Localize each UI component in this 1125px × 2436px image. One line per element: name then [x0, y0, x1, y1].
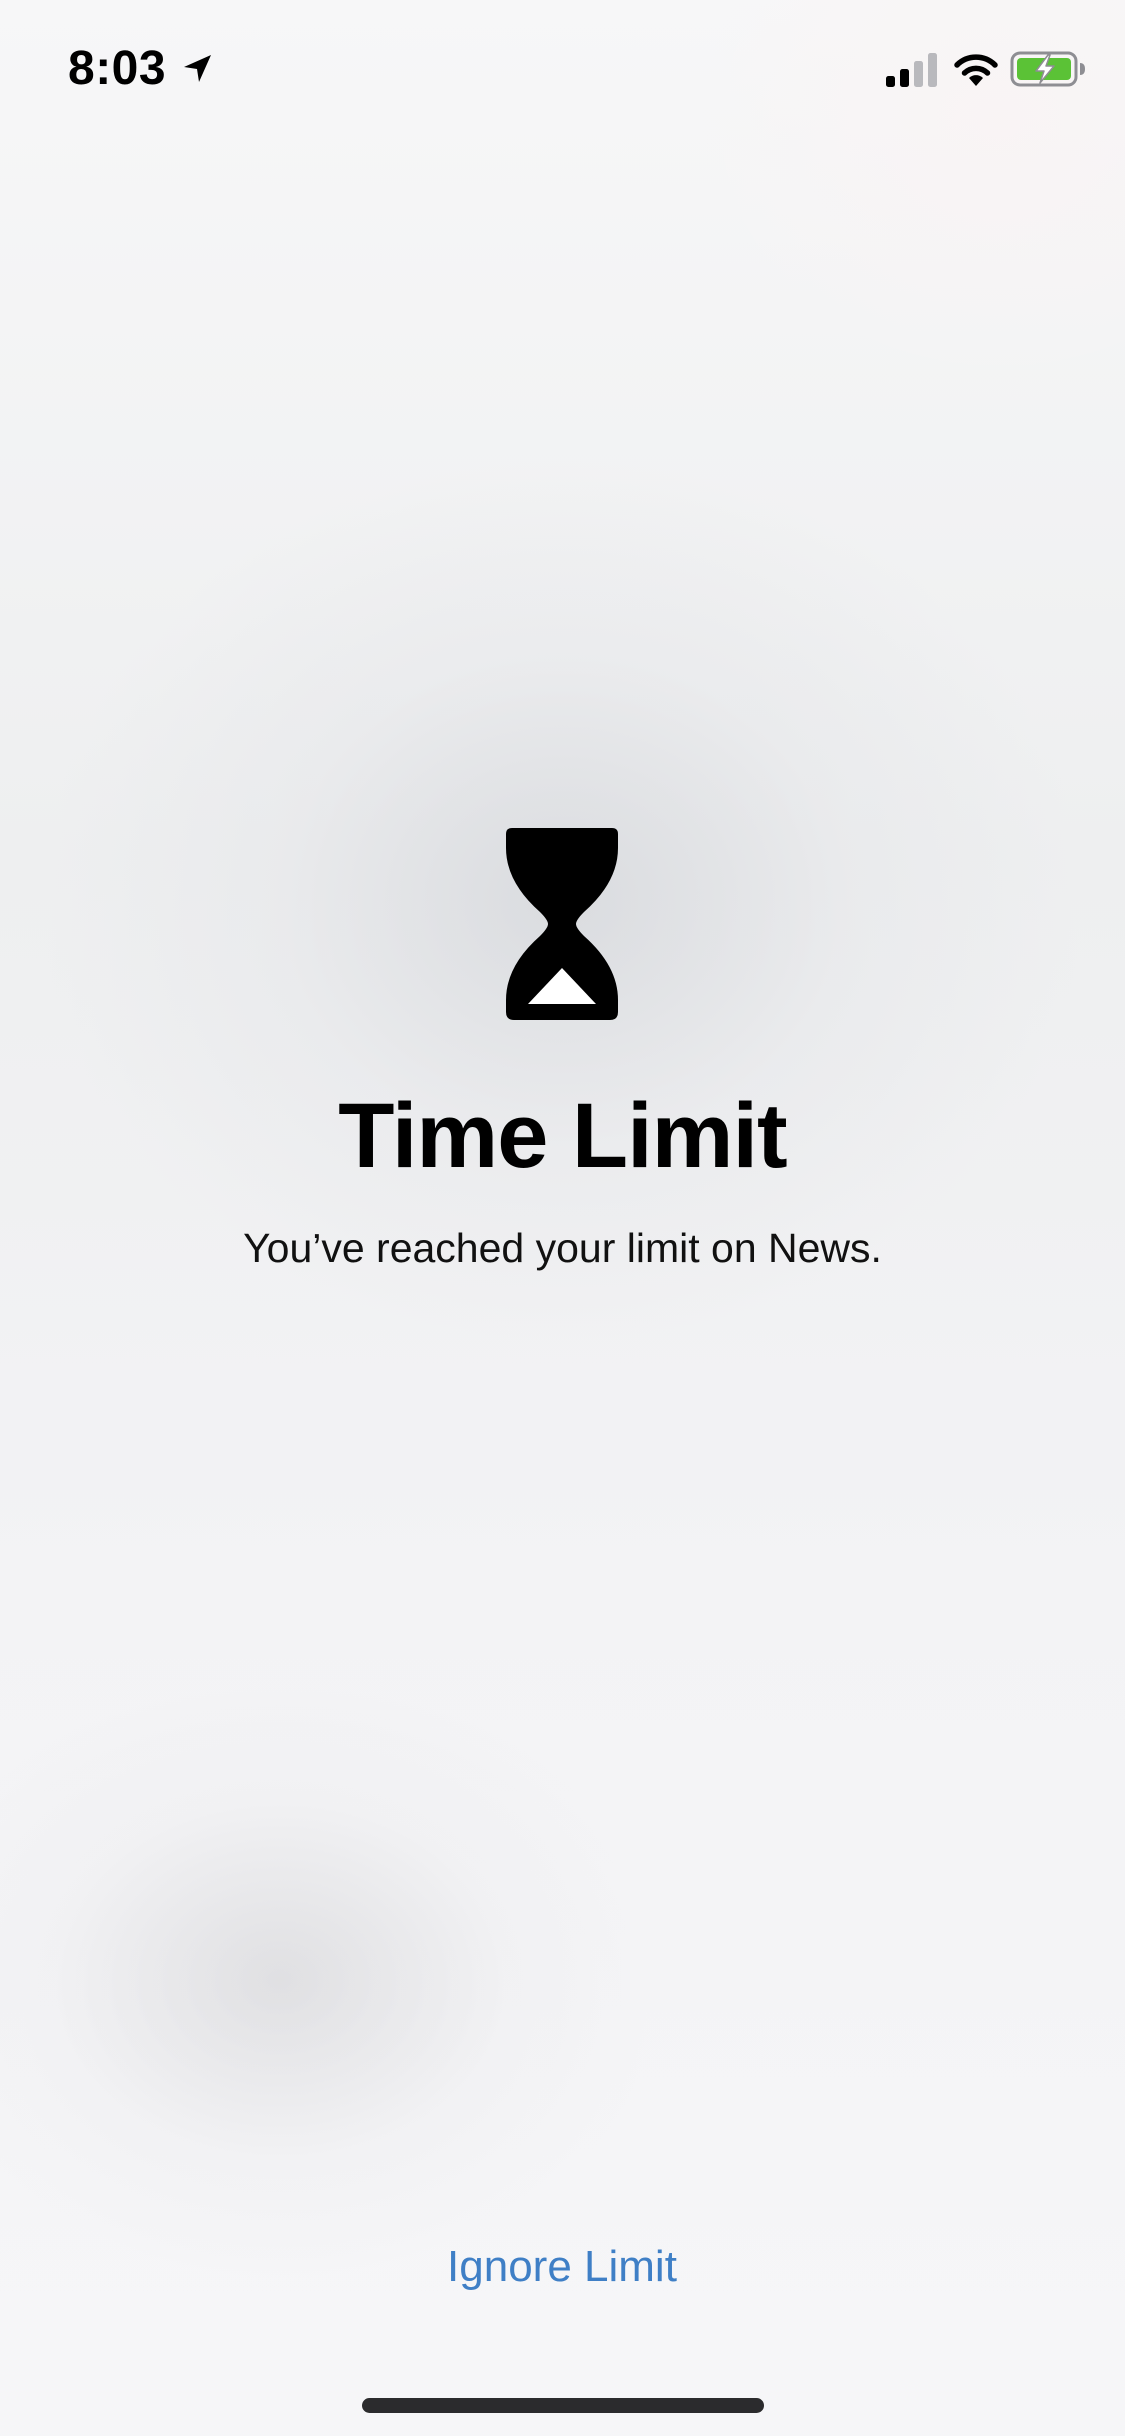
battery-charging-icon	[1010, 51, 1085, 87]
page-title: Time Limit	[338, 1085, 787, 1187]
ignore-limit-button[interactable]: Ignore Limit	[362, 2234, 762, 2300]
wifi-icon	[954, 54, 998, 86]
status-bar: 8:03	[0, 0, 1125, 132]
status-time: 8:03	[68, 42, 167, 95]
cellular-signal-icon	[886, 53, 937, 87]
hourglass-icon	[506, 828, 618, 1020]
location-arrow-icon	[184, 55, 211, 82]
home-indicator[interactable]	[362, 2398, 764, 2413]
limit-message: You’ve reached your limit on News.	[243, 1225, 882, 1271]
